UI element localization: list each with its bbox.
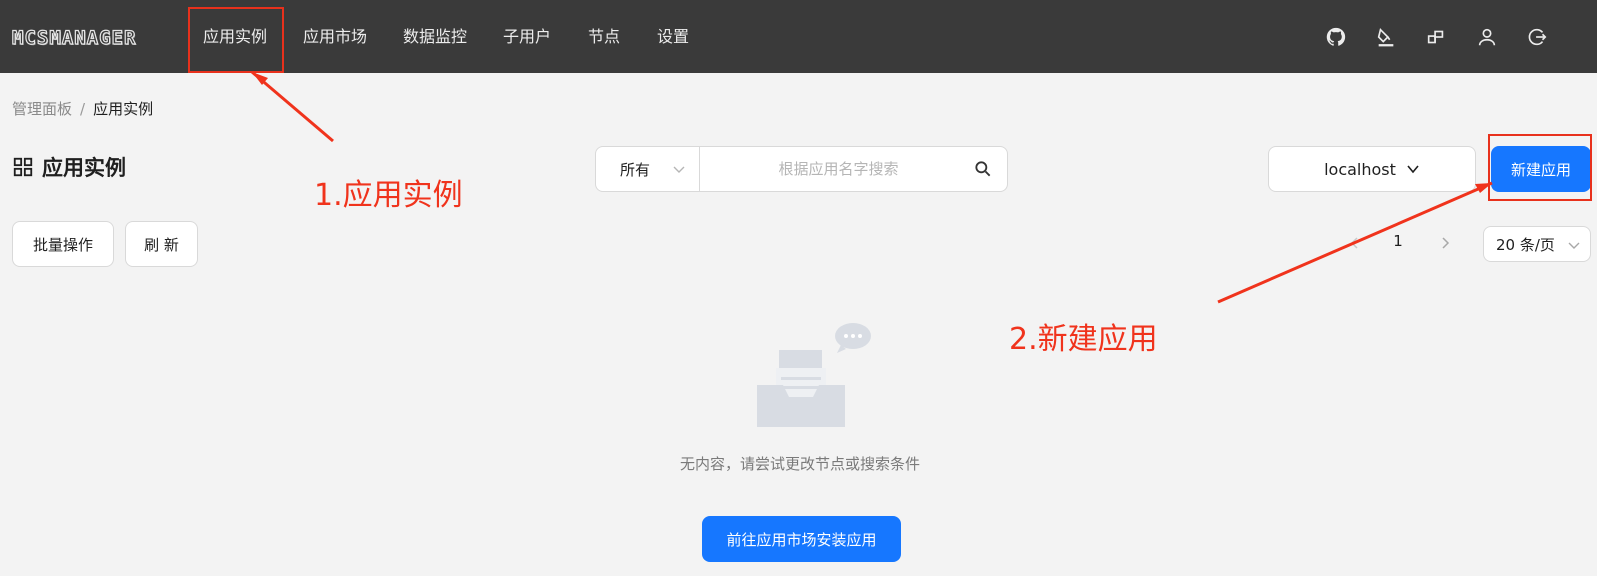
logo-text: MCSMANAGER: [11, 26, 137, 49]
logo[interactable]: MCSMANAGER: [11, 26, 137, 49]
chevron-down-icon: [673, 166, 685, 173]
blocks-icon[interactable]: [1425, 26, 1447, 48]
annotation-arrowhead-1: [252, 72, 268, 85]
logout-icon[interactable]: [1526, 26, 1548, 48]
next-page-icon[interactable]: [1436, 234, 1454, 252]
page-title: 应用实例: [12, 152, 126, 182]
prev-page-icon[interactable]: [1346, 234, 1364, 252]
refresh-button[interactable]: 刷 新: [125, 221, 198, 267]
nav-item-sub-users[interactable]: 子用户: [503, 0, 551, 73]
page-size-value: 20 条/页: [1496, 235, 1555, 254]
nav-item-monitor[interactable]: 数据监控: [403, 0, 467, 73]
page-title-text: 应用实例: [42, 156, 126, 180]
breadcrumb-separator: /: [80, 100, 86, 118]
annotation-step-2: 2.新建应用: [1009, 322, 1158, 357]
breadcrumb-current: 应用实例: [93, 100, 154, 118]
user-icon[interactable]: [1476, 26, 1498, 48]
empty-message: 无内容，请尝试更改节点或搜索条件: [679, 455, 920, 473]
chevron-down-icon: [1407, 165, 1419, 174]
chevron-down-icon: [1568, 242, 1580, 249]
search-group: 所有: [595, 146, 1008, 192]
search-icon[interactable]: [973, 159, 993, 179]
current-page-number[interactable]: 1: [1388, 232, 1408, 250]
status-filter-value: 所有: [620, 160, 651, 179]
batch-operation-button[interactable]: 批量操作: [12, 221, 114, 267]
goto-market-button[interactable]: 前往应用市场安装应用: [702, 516, 901, 562]
github-icon[interactable]: [1325, 26, 1347, 48]
highlight-box-instances: [188, 7, 284, 73]
nav-item-settings[interactable]: 设置: [657, 0, 689, 73]
nav-item-nodes[interactable]: 节点: [588, 0, 620, 73]
paint-bucket-icon[interactable]: [1375, 26, 1397, 48]
breadcrumb-root[interactable]: 管理面板: [12, 100, 72, 118]
grid-icon: [13, 157, 33, 177]
highlight-box-new-app: [1488, 134, 1592, 201]
search-input[interactable]: [700, 147, 1007, 191]
page-size-select[interactable]: 20 条/页: [1483, 226, 1591, 262]
annotation-arrows: [251, 70, 1493, 304]
annotation-arrow-1: [251, 70, 334, 143]
node-select-value: localhost: [1324, 159, 1396, 179]
empty-inbox-icon: [757, 323, 871, 427]
nav-item-market[interactable]: 应用市场: [303, 0, 367, 73]
breadcrumb: 管理面板 / 应用实例: [12, 98, 153, 119]
status-filter-select[interactable]: 所有: [596, 147, 700, 191]
annotation-step-1: 1.应用实例: [314, 178, 463, 213]
node-select[interactable]: localhost: [1268, 146, 1476, 192]
